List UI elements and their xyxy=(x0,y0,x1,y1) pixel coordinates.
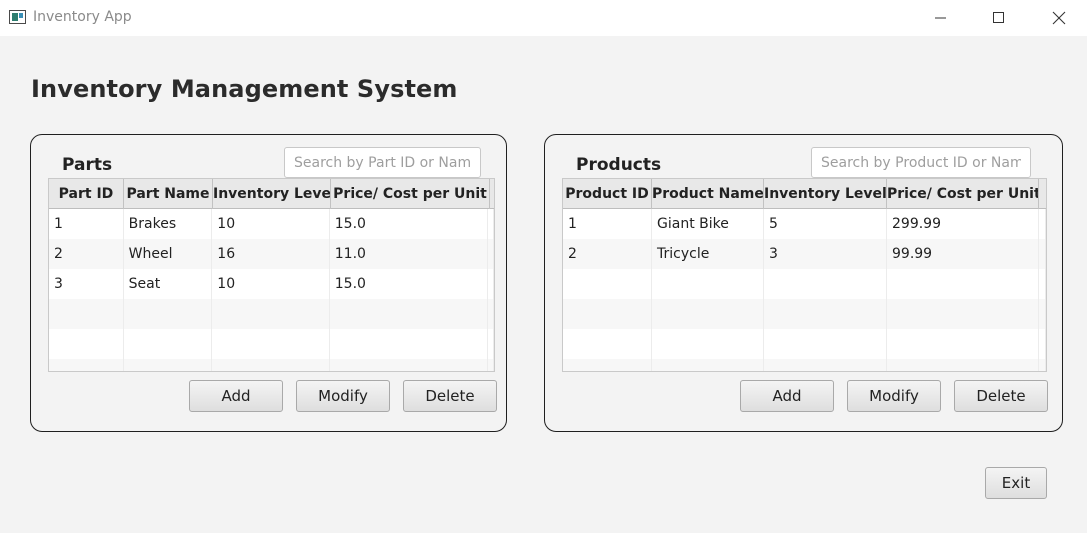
products-label: Products xyxy=(576,155,662,175)
column-header-product-id[interactable]: Product ID xyxy=(563,179,652,209)
cell-part-name: Wheel xyxy=(124,239,213,269)
title-bar: Inventory App xyxy=(0,0,1087,36)
cell-part-name: Seat xyxy=(124,269,213,299)
column-header-inventory-level[interactable]: Inventory Level xyxy=(764,179,887,209)
parts-delete-button[interactable]: Delete xyxy=(403,380,497,412)
cell-price: 299.99 xyxy=(887,209,1039,239)
products-search-input[interactable] xyxy=(811,147,1031,178)
cell-price: 99.99 xyxy=(887,239,1039,269)
products-table-header: Product ID Product Name Inventory Level … xyxy=(563,179,1046,209)
column-header-product-name[interactable]: Product Name xyxy=(652,179,764,209)
column-header-price[interactable]: Price/ Cost per Unit xyxy=(331,179,490,209)
maximize-button[interactable] xyxy=(976,0,1022,36)
cell-part-id: 2 xyxy=(49,239,124,269)
table-row[interactable]: 1 Giant Bike 5 299.99 xyxy=(563,209,1046,239)
column-header-part-name[interactable]: Part Name xyxy=(124,179,213,209)
parts-modify-button[interactable]: Modify xyxy=(296,380,390,412)
close-button[interactable] xyxy=(1036,0,1082,36)
column-header-part-id[interactable]: Part ID xyxy=(49,179,124,209)
products-table[interactable]: Product ID Product Name Inventory Level … xyxy=(562,178,1047,372)
products-modify-button[interactable]: Modify xyxy=(847,380,941,412)
empty-row xyxy=(49,299,494,329)
parts-label: Parts xyxy=(62,155,113,175)
empty-row xyxy=(563,299,1046,329)
minimize-button[interactable] xyxy=(918,0,964,36)
products-delete-button[interactable]: Delete xyxy=(954,380,1048,412)
page-title: Inventory Management System xyxy=(31,75,458,103)
table-row[interactable]: 2 Wheel 16 11.0 xyxy=(49,239,494,269)
cell-inventory-level: 3 xyxy=(764,239,887,269)
cell-product-id: 2 xyxy=(563,239,652,269)
cell-inventory-level: 10 xyxy=(212,209,330,239)
table-row[interactable]: 2 Tricycle 3 99.99 xyxy=(563,239,1046,269)
empty-row xyxy=(563,329,1046,359)
cell-part-id: 3 xyxy=(49,269,124,299)
column-header-price[interactable]: Price/ Cost per Unit xyxy=(887,179,1039,209)
cell-part-id: 1 xyxy=(49,209,124,239)
parts-add-button[interactable]: Add xyxy=(189,380,283,412)
cell-product-id: 1 xyxy=(563,209,652,239)
parts-table[interactable]: Part ID Part Name Inventory Level Price/… xyxy=(48,178,495,372)
cell-inventory-level: 16 xyxy=(212,239,330,269)
cell-inventory-level: 5 xyxy=(764,209,887,239)
cell-price: 15.0 xyxy=(330,269,489,299)
empty-row xyxy=(49,329,494,359)
cell-product-name: Tricycle xyxy=(652,239,764,269)
parts-search-input[interactable] xyxy=(284,147,481,178)
parts-table-header: Part ID Part Name Inventory Level Price/… xyxy=(49,179,494,209)
parts-panel: Parts Part ID Part Name Inventory Level … xyxy=(30,134,507,432)
empty-row xyxy=(563,269,1046,299)
window-title: Inventory App xyxy=(33,9,132,25)
close-icon xyxy=(1052,11,1066,25)
app-icon xyxy=(9,10,26,24)
products-add-button[interactable]: Add xyxy=(740,380,834,412)
maximize-icon xyxy=(993,12,1004,23)
cell-inventory-level: 10 xyxy=(212,269,330,299)
cell-price: 11.0 xyxy=(330,239,489,269)
column-header-inventory-level[interactable]: Inventory Level xyxy=(213,179,331,209)
empty-row xyxy=(563,359,1046,371)
table-row[interactable]: 3 Seat 10 15.0 xyxy=(49,269,494,299)
cell-product-name: Giant Bike xyxy=(652,209,764,239)
exit-button[interactable]: Exit xyxy=(985,467,1047,499)
cell-price: 15.0 xyxy=(330,209,489,239)
cell-part-name: Brakes xyxy=(124,209,213,239)
table-row[interactable]: 1 Brakes 10 15.0 xyxy=(49,209,494,239)
empty-row xyxy=(49,359,494,371)
products-panel: Products Product ID Product Name Invento… xyxy=(544,134,1063,432)
minimize-icon xyxy=(935,17,946,19)
